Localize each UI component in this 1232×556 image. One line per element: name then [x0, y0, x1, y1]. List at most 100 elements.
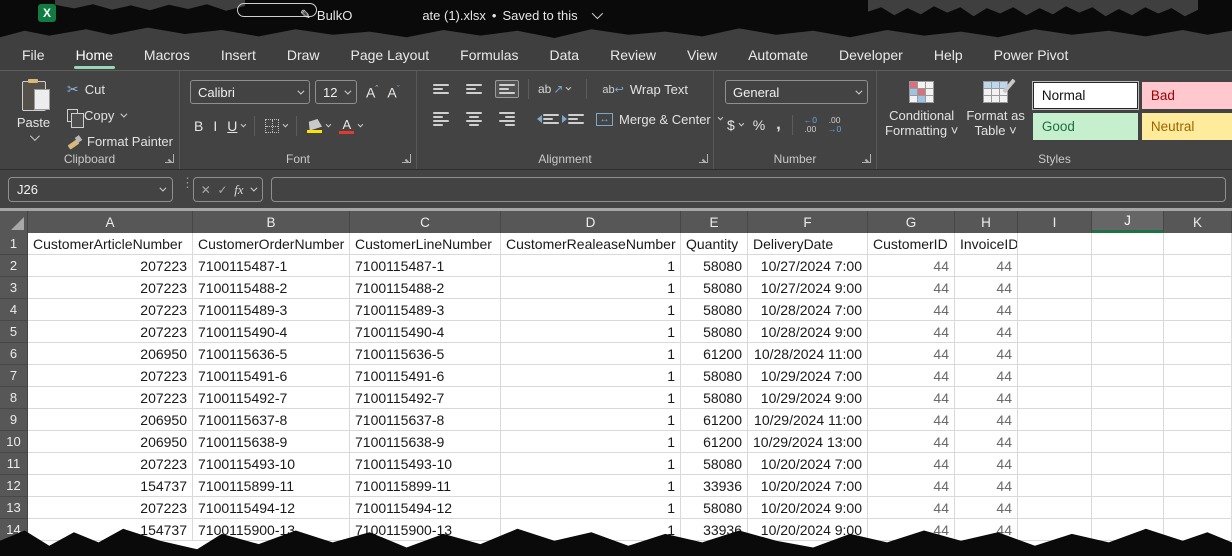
- cell-B11[interactable]: 7100115493-10: [193, 453, 350, 475]
- column-header-I[interactable]: I: [1018, 211, 1092, 233]
- column-header-E[interactable]: E: [681, 211, 748, 233]
- cell-D13[interactable]: 1: [501, 497, 681, 519]
- cell-E4[interactable]: 58080: [681, 299, 748, 321]
- fx-chevron-icon[interactable]: [251, 185, 258, 192]
- cell-H3[interactable]: 44: [955, 277, 1018, 299]
- cell-D5[interactable]: 1: [501, 321, 681, 343]
- cell-A5[interactable]: 207223: [28, 321, 193, 343]
- cell-style-neutral[interactable]: Neutral: [1142, 113, 1232, 140]
- cell-D6[interactable]: 1: [501, 343, 681, 365]
- bottom-align-button[interactable]: [495, 80, 519, 98]
- increase-indent-button[interactable]: [562, 114, 578, 124]
- cell-E11[interactable]: 58080: [681, 453, 748, 475]
- cell-I8[interactable]: [1018, 387, 1092, 409]
- column-header-B[interactable]: B: [193, 211, 350, 233]
- cell-G9[interactable]: 44: [868, 409, 955, 431]
- cell-F1[interactable]: DeliveryDate: [748, 233, 868, 255]
- cell-I3[interactable]: [1018, 277, 1092, 299]
- clipboard-dialog-launcher[interactable]: [165, 154, 174, 163]
- cell-G2[interactable]: 44: [868, 255, 955, 277]
- cell-K11[interactable]: [1164, 453, 1232, 475]
- cell-A3[interactable]: 207223: [28, 277, 193, 299]
- increase-decimal-button[interactable]: ←0.00: [804, 116, 817, 134]
- cell-C3[interactable]: 7100115488-2: [350, 277, 501, 299]
- tab-developer[interactable]: Developer: [837, 43, 905, 69]
- cancel-icon[interactable]: ✕: [201, 183, 211, 197]
- cell-H4[interactable]: 44: [955, 299, 1018, 321]
- cell-J5[interactable]: [1092, 321, 1164, 343]
- cell-F11[interactable]: 10/20/2024 7:00: [748, 453, 868, 475]
- top-align-button[interactable]: [429, 80, 453, 98]
- cell-J10[interactable]: [1092, 431, 1164, 453]
- tab-macros[interactable]: Macros: [142, 43, 192, 69]
- cell-F7[interactable]: 10/29/2024 7:00: [748, 365, 868, 387]
- cell-D3[interactable]: 1: [501, 277, 681, 299]
- cell-B4[interactable]: 7100115489-3: [193, 299, 350, 321]
- cell-E13[interactable]: 58080: [681, 497, 748, 519]
- enter-icon[interactable]: ✓: [217, 183, 227, 197]
- cell-B12[interactable]: 7100115899-11: [193, 475, 350, 497]
- tab-insert[interactable]: Insert: [219, 43, 258, 69]
- cell-K4[interactable]: [1164, 299, 1232, 321]
- cell-B13[interactable]: 7100115494-12: [193, 497, 350, 519]
- cell-style-good[interactable]: Good: [1033, 113, 1138, 140]
- cell-F3[interactable]: 10/27/2024 9:00: [748, 277, 868, 299]
- cell-J7[interactable]: [1092, 365, 1164, 387]
- cell-J11[interactable]: [1092, 453, 1164, 475]
- cell-H11[interactable]: 44: [955, 453, 1018, 475]
- cell-G1[interactable]: CustomerID: [868, 233, 955, 255]
- cell-A2[interactable]: 207223: [28, 255, 193, 277]
- cell-D9[interactable]: 1: [501, 409, 681, 431]
- cell-E7[interactable]: 58080: [681, 365, 748, 387]
- cell-F12[interactable]: 10/20/2024 7:00: [748, 475, 868, 497]
- cell-A13[interactable]: 207223: [28, 497, 193, 519]
- cell-E10[interactable]: 61200: [681, 431, 748, 453]
- copy-button[interactable]: Copy: [67, 105, 173, 126]
- cell-G6[interactable]: 44: [868, 343, 955, 365]
- cell-I13[interactable]: [1018, 497, 1092, 519]
- cell-I2[interactable]: [1018, 255, 1092, 277]
- format-painter-button[interactable]: Format Painter: [67, 131, 173, 152]
- cell-H12[interactable]: 44: [955, 475, 1018, 497]
- borders-button[interactable]: [265, 119, 286, 133]
- name-box[interactable]: J26: [8, 177, 173, 202]
- cell-G3[interactable]: 44: [868, 277, 955, 299]
- cell-C12[interactable]: 7100115899-11: [350, 475, 501, 497]
- cell-C2[interactable]: 7100115487-1: [350, 255, 501, 277]
- tab-help[interactable]: Help: [932, 43, 965, 69]
- row-header-13[interactable]: 13: [0, 497, 28, 519]
- name-box-chevron-icon[interactable]: [159, 185, 166, 192]
- cell-B8[interactable]: 7100115492-7: [193, 387, 350, 409]
- tab-view[interactable]: View: [685, 43, 719, 69]
- cell-F4[interactable]: 10/28/2024 7:00: [748, 299, 868, 321]
- cell-F13[interactable]: 10/20/2024 9:00: [748, 497, 868, 519]
- cell-B1[interactable]: CustomerOrderNumber: [193, 233, 350, 255]
- insert-function-icon[interactable]: fx: [234, 182, 243, 198]
- cell-K12[interactable]: [1164, 475, 1232, 497]
- column-header-D[interactable]: D: [501, 211, 681, 233]
- cell-D1[interactable]: CustomerRealeaseNumber: [501, 233, 681, 255]
- row-header-8[interactable]: 8: [0, 387, 28, 409]
- cell-K5[interactable]: [1164, 321, 1232, 343]
- tab-page-layout[interactable]: Page Layout: [349, 43, 432, 69]
- underline-button[interactable]: U: [227, 118, 244, 134]
- column-header-F[interactable]: F: [748, 211, 868, 233]
- cell-J4[interactable]: [1092, 299, 1164, 321]
- align-right-button[interactable]: [495, 108, 519, 130]
- tab-home[interactable]: Home: [74, 43, 115, 69]
- decrease-indent-button[interactable]: [537, 114, 553, 124]
- cell-G10[interactable]: 44: [868, 431, 955, 453]
- cell-G11[interactable]: 44: [868, 453, 955, 475]
- cell-H7[interactable]: 44: [955, 365, 1018, 387]
- cell-I11[interactable]: [1018, 453, 1092, 475]
- column-header-H[interactable]: H: [955, 211, 1018, 233]
- cell-J1[interactable]: [1092, 233, 1164, 255]
- column-header-C[interactable]: C: [350, 211, 501, 233]
- cell-H10[interactable]: 44: [955, 431, 1018, 453]
- cell-D11[interactable]: 1: [501, 453, 681, 475]
- cell-E12[interactable]: 33936: [681, 475, 748, 497]
- cell-E2[interactable]: 58080: [681, 255, 748, 277]
- comma-style-button[interactable]: ,: [776, 116, 780, 134]
- tab-data[interactable]: Data: [548, 43, 582, 69]
- cell-D8[interactable]: 1: [501, 387, 681, 409]
